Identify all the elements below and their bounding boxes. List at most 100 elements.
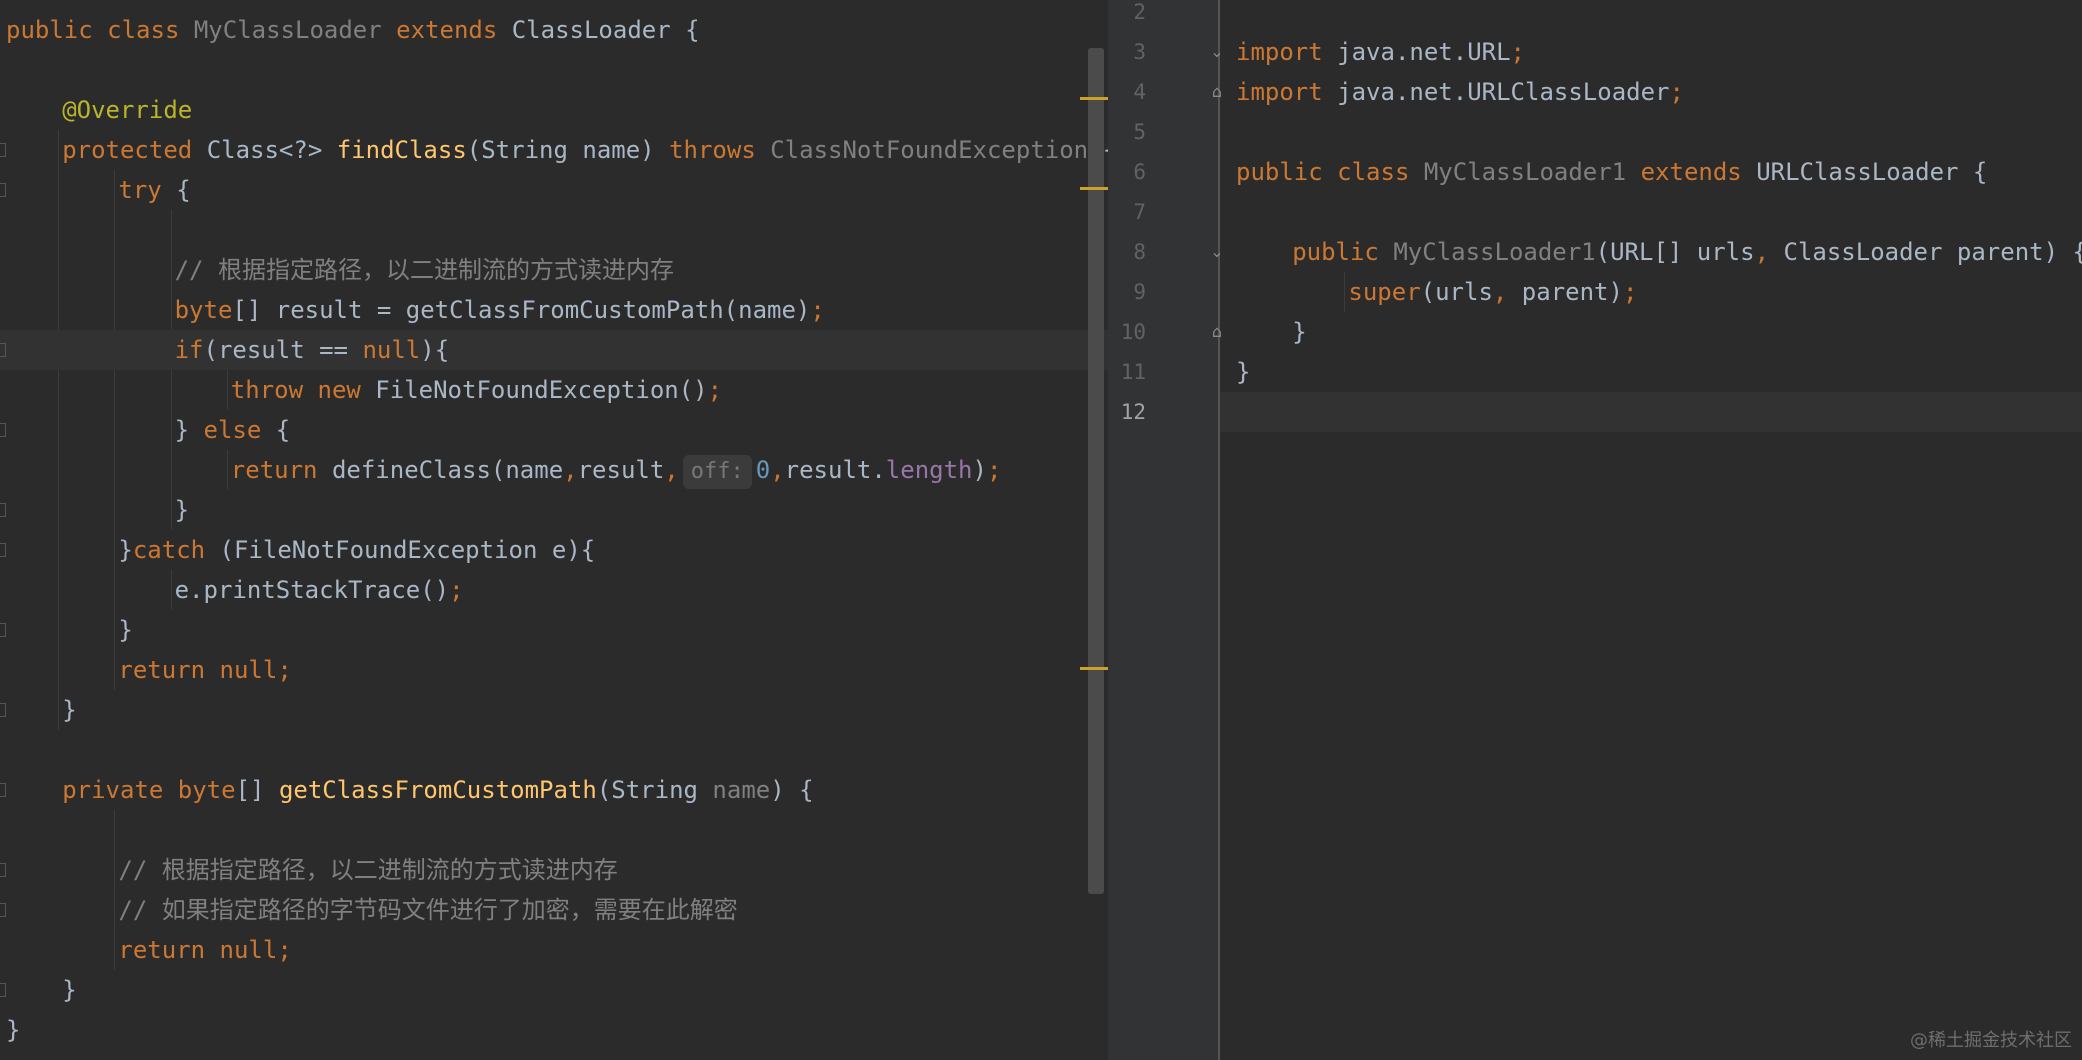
code-line[interactable]: import java.net.URL; bbox=[1220, 32, 2082, 72]
code-line[interactable]: @Override bbox=[0, 90, 1108, 130]
code-token: catch bbox=[132, 536, 220, 564]
warning-stripe-marker[interactable] bbox=[1080, 97, 1108, 100]
code-text: protected Class<?> findClass(String name… bbox=[62, 130, 1108, 170]
code-line[interactable]: // 如果指定路径的字节码文件进行了加密，需要在此解密 bbox=[0, 890, 1108, 930]
code-line[interactable]: // 根据指定路径，以二进制流的方式读进内存 bbox=[0, 850, 1108, 890]
code-line[interactable]: // 根据指定路径，以二进制流的方式读进内存 bbox=[0, 250, 1108, 290]
code-token: } bbox=[62, 696, 77, 724]
watermark: @稀土掘金技术社区 bbox=[1910, 1030, 2072, 1051]
code-line[interactable]: throw new FileNotFoundException(); bbox=[0, 370, 1108, 410]
code-line[interactable]: if(result == null){ bbox=[0, 330, 1108, 370]
code-token: getClassFromCustomPath bbox=[278, 776, 597, 804]
code-line[interactable]: } bbox=[1220, 352, 2082, 392]
warning-stripe-marker[interactable] bbox=[1080, 187, 1108, 190]
code-token: protected bbox=[62, 136, 207, 164]
fold-toggle-icon[interactable]: ⌂ bbox=[1208, 83, 1226, 101]
code-line[interactable]: protected Class<?> findClass(String name… bbox=[0, 130, 1108, 170]
code-line[interactable]: } bbox=[0, 610, 1108, 650]
code-line[interactable]: try { bbox=[0, 170, 1108, 210]
code-token: URLClassLoader { bbox=[1756, 158, 1988, 186]
code-token: ; bbox=[986, 456, 1002, 484]
fold-toggle-icon[interactable]: ⌄ bbox=[1208, 243, 1226, 261]
line-number: 7 bbox=[1133, 200, 1146, 224]
vertical-scrollbar[interactable] bbox=[1088, 48, 1104, 894]
left-editor-pane[interactable]: public class MyClassLoader extends Class… bbox=[0, 0, 1108, 1060]
code-line[interactable]: e.printStackTrace(); bbox=[0, 570, 1108, 610]
code-token: } bbox=[174, 416, 204, 444]
fold-toggle-icon[interactable]: ⌂ bbox=[1208, 323, 1226, 341]
code-text: // 如果指定路径的字节码文件进行了加密，需要在此解密 bbox=[118, 890, 737, 930]
code-token: (URL[] urls bbox=[1595, 238, 1755, 266]
code-line[interactable]: byte[] result = getClassFromCustomPath(n… bbox=[0, 290, 1108, 330]
code-line[interactable] bbox=[0, 730, 1108, 770]
fold-marker-icon[interactable] bbox=[0, 423, 6, 437]
code-text: return defineClass(name,result, off: 0,res… bbox=[231, 450, 1002, 490]
code-token: return null; bbox=[118, 936, 292, 964]
code-line[interactable]: public class MyClassLoader1 extends URLC… bbox=[1220, 152, 2082, 192]
code-line[interactable]: } bbox=[0, 690, 1108, 730]
code-line[interactable]: return null; bbox=[0, 930, 1108, 970]
code-line[interactable]: super(urls, parent); bbox=[1220, 272, 2082, 312]
code-line[interactable] bbox=[1220, 0, 2082, 32]
code-token: ; bbox=[449, 576, 464, 604]
fold-marker-icon[interactable] bbox=[0, 503, 6, 517]
code-token: MyClassLoader bbox=[193, 16, 397, 44]
code-line[interactable]: } bbox=[1220, 312, 2082, 352]
fold-marker-icon[interactable] bbox=[0, 863, 6, 877]
fold-marker-icon[interactable] bbox=[0, 143, 6, 157]
code-line[interactable]: } bbox=[0, 970, 1108, 1010]
fold-toggle-icon[interactable]: ⌄ bbox=[1208, 43, 1226, 61]
fold-marker-icon[interactable] bbox=[0, 183, 6, 197]
code-line[interactable] bbox=[1220, 392, 2082, 432]
code-token: java.net.URLClassLoader bbox=[1337, 78, 1670, 106]
code-token: byte bbox=[174, 296, 233, 324]
line-number-gutter: 2 3 4 5 6 7 8 9 10 11 12 bbox=[1108, 0, 1218, 1060]
line-number: 8 bbox=[1133, 240, 1146, 264]
code-line[interactable]: return defineClass(name,result, off: 0,res… bbox=[0, 450, 1108, 490]
code-token: , bbox=[664, 456, 679, 484]
code-token: ; bbox=[1622, 278, 1638, 306]
fold-marker-icon[interactable] bbox=[0, 903, 6, 917]
code-line[interactable]: private byte[] getClassFromCustomPath(St… bbox=[0, 770, 1108, 810]
fold-marker-icon[interactable] bbox=[0, 783, 6, 797]
code-token: 0 bbox=[755, 456, 771, 484]
code-token: super bbox=[1348, 278, 1421, 306]
code-line[interactable]: } bbox=[0, 490, 1108, 530]
code-line[interactable] bbox=[0, 50, 1108, 90]
code-token: // 如果指定路径的字节码文件进行了加密，需要在此解密 bbox=[118, 896, 738, 924]
right-editor-pane[interactable]: 2 3 4 5 6 7 8 9 10 11 12 import java.net.URL; impor… bbox=[1108, 0, 2082, 1060]
code-line[interactable]: } else { bbox=[0, 410, 1108, 450]
code-token: name bbox=[712, 776, 771, 804]
code-token: else bbox=[203, 416, 276, 444]
code-token: (result == bbox=[203, 336, 363, 364]
fold-marker-icon[interactable] bbox=[0, 623, 6, 637]
code-line[interactable]: }catch (FileNotFoundException e){ bbox=[0, 530, 1108, 570]
code-line[interactable]: public MyClassLoader1(URL[] urls, ClassL… bbox=[1220, 232, 2082, 272]
code-text: public MyClassLoader1(URL[] urls, ClassL… bbox=[1292, 232, 2082, 272]
code-token: ; bbox=[810, 296, 825, 324]
code-line[interactable]: } bbox=[0, 1010, 1108, 1050]
code-token: result. bbox=[784, 456, 886, 484]
fold-marker-icon[interactable] bbox=[0, 543, 6, 557]
parameter-hint: off: bbox=[682, 455, 752, 489]
code-token: } bbox=[1292, 318, 1307, 346]
code-line[interactable] bbox=[1220, 112, 2082, 152]
fold-marker-icon[interactable] bbox=[0, 983, 6, 997]
code-line[interactable] bbox=[0, 210, 1108, 250]
code-line[interactable] bbox=[0, 810, 1108, 850]
code-token: { bbox=[176, 176, 191, 204]
code-token: (FileNotFoundException e){ bbox=[219, 536, 596, 564]
code-line[interactable]: public class MyClassLoader extends Class… bbox=[0, 10, 1108, 50]
code-text: return null; bbox=[118, 930, 291, 970]
line-number: 2 bbox=[1133, 0, 1146, 24]
code-line[interactable]: return null; bbox=[0, 650, 1108, 690]
code-token: if bbox=[174, 336, 204, 364]
fold-marker-icon[interactable] bbox=[0, 703, 6, 717]
fold-marker-icon[interactable] bbox=[0, 343, 6, 357]
code-token: (String bbox=[596, 776, 713, 804]
warning-stripe-marker[interactable] bbox=[1080, 667, 1108, 670]
code-line[interactable] bbox=[1220, 192, 2082, 232]
code-token: import bbox=[1236, 38, 1338, 66]
line-number: 10 bbox=[1120, 320, 1146, 344]
code-line[interactable]: import java.net.URLClassLoader; bbox=[1220, 72, 2082, 112]
